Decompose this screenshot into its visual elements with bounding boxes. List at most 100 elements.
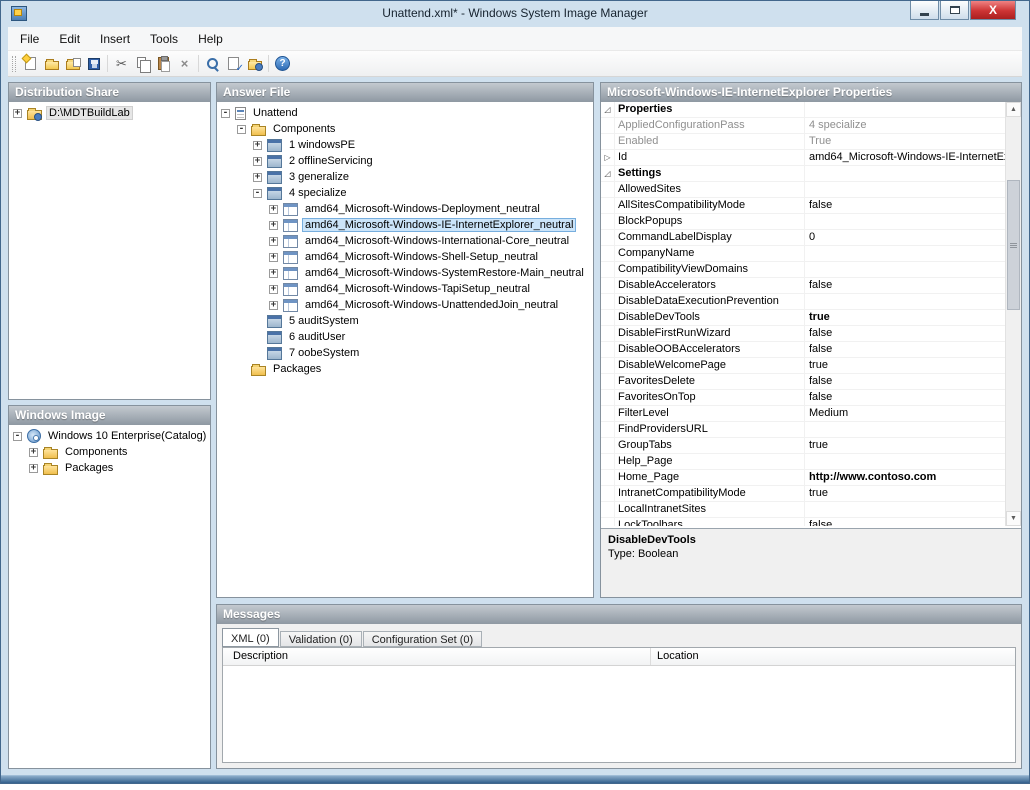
property-value[interactable]: true (805, 310, 1005, 325)
tree-node[interactable]: +1 windowsPE (217, 137, 593, 153)
property-value[interactable] (805, 182, 1005, 197)
property-row[interactable]: FavoritesOnTopfalse (601, 390, 1005, 406)
tree-expander-icon[interactable]: + (29, 448, 38, 457)
tree-node[interactable]: +2 offlineServicing (217, 153, 593, 169)
property-row[interactable]: BlockPopups (601, 214, 1005, 230)
property-row[interactable]: CompanyName (601, 246, 1005, 262)
cut-button[interactable]: ✂ (111, 53, 132, 74)
tree-node[interactable]: +amd64_Microsoft-Windows-International-C… (217, 233, 593, 249)
tree-expander-icon[interactable]: + (269, 221, 278, 230)
tree-node[interactable]: +amd64_Microsoft-Windows-UnattendedJoin_… (217, 297, 593, 313)
tree-node[interactable]: +amd64_Microsoft-Windows-SystemRestore-M… (217, 265, 593, 281)
property-row[interactable]: ▷Idamd64_Microsoft-Windows-IE-InternetEx (601, 150, 1005, 166)
property-row[interactable]: IntranetCompatibilityModetrue (601, 486, 1005, 502)
menu-file[interactable]: File (10, 29, 49, 49)
tree-node[interactable]: -Components (217, 121, 593, 137)
validate-answer-file-button[interactable]: ✓ (223, 53, 244, 74)
property-value[interactable]: true (805, 486, 1005, 501)
tree-node[interactable]: + Components (9, 444, 210, 460)
delete-button[interactable]: × (174, 53, 195, 74)
scroll-down-button[interactable]: ▼ (1006, 511, 1021, 526)
tree-expander-icon[interactable]: + (29, 464, 38, 473)
tree-node[interactable]: +3 generalize (217, 169, 593, 185)
open-answer-file-button[interactable] (41, 53, 62, 74)
property-row[interactable]: DisableFirstRunWizardfalse (601, 326, 1005, 342)
property-row[interactable]: DisableDataExecutionPrevention (601, 294, 1005, 310)
tree-expander-icon[interactable]: + (253, 157, 262, 166)
property-value[interactable]: false (805, 374, 1005, 389)
category-expanded-icon[interactable]: ◿ (601, 166, 615, 181)
property-value[interactable]: false (805, 342, 1005, 357)
maximize-button[interactable] (940, 1, 969, 20)
property-row[interactable]: FavoritesDeletefalse (601, 374, 1005, 390)
tree-expander-icon[interactable]: + (269, 237, 278, 246)
tree-node[interactable]: 6 auditUser (217, 329, 593, 345)
property-value[interactable] (805, 262, 1005, 277)
property-row[interactable]: DisableOOBAcceleratorsfalse (601, 342, 1005, 358)
property-row[interactable]: AppliedConfigurationPass4 specialize (601, 118, 1005, 134)
property-row[interactable]: EnabledTrue (601, 134, 1005, 150)
tree-expander-icon[interactable]: + (269, 253, 278, 262)
tree-node[interactable]: + Packages (9, 460, 210, 476)
close-button[interactable]: X (970, 1, 1016, 20)
tree-node[interactable]: - Windows 10 Enterprise(Catalog) (9, 428, 210, 444)
new-answer-file-button[interactable] (20, 53, 41, 74)
row-collapsed-icon[interactable]: ▷ (601, 150, 615, 165)
copy-button[interactable] (132, 53, 153, 74)
tree-expander-icon[interactable]: - (221, 109, 230, 118)
tree-expander-icon[interactable]: + (269, 269, 278, 278)
column-header-location[interactable]: Location (651, 648, 1015, 665)
tree-expander-icon[interactable]: - (253, 189, 262, 198)
create-configuration-set-button[interactable] (244, 53, 265, 74)
find-button[interactable] (202, 53, 223, 74)
property-value[interactable] (805, 246, 1005, 261)
menu-insert[interactable]: Insert (90, 29, 140, 49)
tree-node[interactable]: 5 auditSystem (217, 313, 593, 329)
property-row[interactable]: FilterLevelMedium (601, 406, 1005, 422)
open-windows-image-button[interactable] (62, 53, 83, 74)
property-row-selected[interactable]: DisableDevToolstrue (601, 310, 1005, 326)
paste-button[interactable] (153, 53, 174, 74)
property-value[interactable]: false (805, 390, 1005, 405)
save-answer-file-button[interactable] (83, 53, 104, 74)
help-button[interactable]: ? (272, 53, 293, 74)
category-expanded-icon[interactable]: ◿ (601, 102, 615, 117)
menu-tools[interactable]: Tools (140, 29, 188, 49)
menu-edit[interactable]: Edit (49, 29, 90, 49)
property-value[interactable]: Medium (805, 406, 1005, 421)
property-value[interactable]: false (805, 198, 1005, 213)
tree-expander-icon[interactable]: + (269, 205, 278, 214)
property-row[interactable]: LocalIntranetSites (601, 502, 1005, 518)
tree-node[interactable]: 7 oobeSystem (217, 345, 593, 361)
tab-configuration-set[interactable]: Configuration Set (0) (363, 631, 483, 647)
toolbar-grip[interactable] (12, 56, 16, 72)
minimize-button[interactable] (910, 1, 939, 20)
property-row[interactable]: AllowedSites (601, 182, 1005, 198)
tree-expander-icon[interactable]: + (269, 301, 278, 310)
property-row[interactable]: Help_Page (601, 454, 1005, 470)
property-value[interactable]: true (805, 358, 1005, 373)
property-row[interactable]: AllSitesCompatibilityModefalse (601, 198, 1005, 214)
properties-scrollbar[interactable]: ▲ ▼ (1005, 102, 1021, 526)
property-value[interactable] (805, 294, 1005, 309)
property-value[interactable]: false (805, 278, 1005, 293)
property-value[interactable] (805, 422, 1005, 437)
tree-node[interactable]: -Unattend (217, 105, 593, 121)
tree-expander-icon[interactable]: - (237, 125, 246, 134)
property-category-row[interactable]: ◿Settings (601, 166, 1005, 182)
tree-node[interactable]: +amd64_Microsoft-Windows-Deployment_neut… (217, 201, 593, 217)
property-category-row[interactable]: ◿Properties (601, 102, 1005, 118)
property-row[interactable]: CompatibilityViewDomains (601, 262, 1005, 278)
property-row[interactable]: DisableWelcomePagetrue (601, 358, 1005, 374)
tree-expander-icon[interactable]: + (253, 141, 262, 150)
tree-node[interactable]: + D:\MDTBuildLab (9, 105, 210, 121)
property-value[interactable]: false (805, 326, 1005, 341)
property-row[interactable]: DisableAcceleratorsfalse (601, 278, 1005, 294)
property-row[interactable]: GroupTabstrue (601, 438, 1005, 454)
tab-validation[interactable]: Validation (0) (280, 631, 362, 647)
tree-expander-icon[interactable]: + (253, 173, 262, 182)
property-row[interactable]: Home_Pagehttp://www.contoso.com (601, 470, 1005, 486)
property-row[interactable]: FindProvidersURL (601, 422, 1005, 438)
property-value[interactable]: amd64_Microsoft-Windows-IE-InternetEx (805, 150, 1005, 165)
property-row[interactable]: CommandLabelDisplay0 (601, 230, 1005, 246)
